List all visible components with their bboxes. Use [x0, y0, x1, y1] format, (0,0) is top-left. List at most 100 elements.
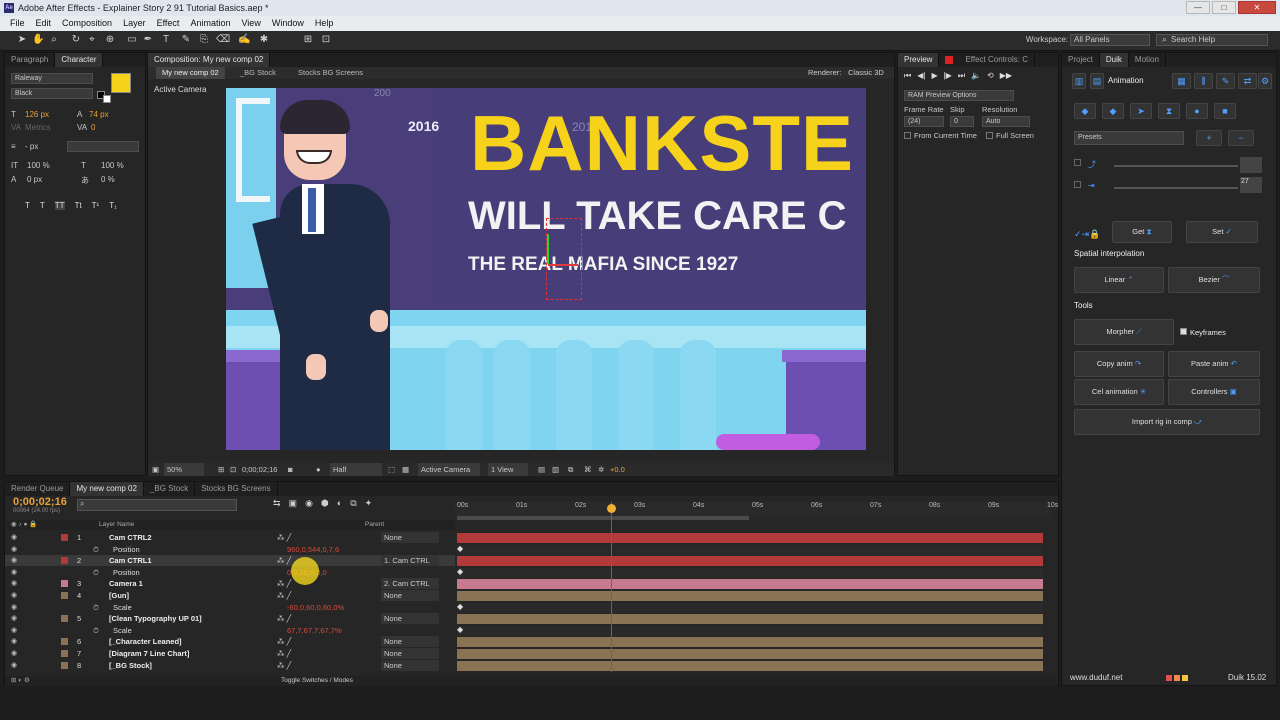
- property-track[interactable]: [457, 602, 1043, 613]
- layer-name[interactable]: Cam CTRL2: [109, 532, 152, 543]
- maximize-button[interactable]: □: [1212, 1, 1236, 14]
- comp-mini-flowchart-icon[interactable]: ⇆: [273, 498, 281, 509]
- keyframe-icon[interactable]: ◆: [457, 625, 463, 634]
- ram-preview-button[interactable]: ▶▶: [1000, 71, 1012, 81]
- x-axis-gizmo[interactable]: [548, 264, 578, 266]
- tracking-value[interactable]: 0: [91, 123, 95, 132]
- tab-paragraph[interactable]: Paragraph: [5, 53, 56, 67]
- visibility-icon[interactable]: ◉: [11, 613, 17, 624]
- label-color-icon[interactable]: [61, 661, 68, 669]
- vertical-scale-value[interactable]: 100 %: [27, 161, 50, 170]
- duik-animation-icon[interactable]: ▤: [1090, 73, 1104, 89]
- flow-comp-bgstock[interactable]: _BG Stock: [240, 67, 276, 79]
- property-name[interactable]: Position: [113, 544, 140, 555]
- parent-header[interactable]: Parent: [365, 520, 384, 530]
- layer-name[interactable]: [Gun]: [109, 590, 129, 601]
- parent-select[interactable]: None: [381, 532, 439, 543]
- font-size-value[interactable]: 126 px: [25, 110, 49, 119]
- parent-select[interactable]: None: [381, 648, 439, 659]
- selection-tool-icon[interactable]: ➤: [16, 34, 28, 46]
- exposure-value[interactable]: +0.0: [610, 463, 625, 476]
- layer-row[interactable]: ◉ 6 [_Character Leaned] ⁂ ╱ None: [5, 636, 455, 648]
- hand-tool-icon[interactable]: ✋: [32, 34, 44, 46]
- presets-select[interactable]: Presets: [1074, 131, 1184, 145]
- influence-out-checkbox[interactable]: [1074, 181, 1081, 188]
- duik-tool-3-icon[interactable]: ✎: [1216, 73, 1235, 89]
- layer-row[interactable]: ◉ 4 [Gun] ⁂ ╱ None: [5, 590, 455, 601]
- visibility-icon[interactable]: ◉: [11, 567, 17, 578]
- playhead[interactable]: [611, 502, 612, 672]
- time-ruler[interactable]: 00s 01s 02s 03s 04s 05s 06s 07s 08s 09s 10s: [455, 502, 1058, 516]
- next-frame-button[interactable]: |▶: [944, 71, 952, 81]
- property-name[interactable]: Position: [113, 567, 140, 578]
- full-screen-checkbox[interactable]: [986, 132, 993, 139]
- keyframe-icon[interactable]: ◆: [457, 602, 463, 611]
- axis-world-icon[interactable]: ⊡: [320, 34, 332, 46]
- menu-edit[interactable]: Edit: [36, 16, 52, 31]
- toggle-switches-modes-button[interactable]: Toggle Switches / Modes: [281, 676, 353, 686]
- label-color-icon[interactable]: [61, 638, 68, 646]
- key-ease-out-icon[interactable]: ⧗: [1158, 103, 1180, 119]
- layer-name[interactable]: [Clean Typography UP 01]: [109, 613, 202, 624]
- rotate-tool-icon[interactable]: ↻: [70, 34, 82, 46]
- baseline-shift-value[interactable]: 0 px: [27, 175, 42, 184]
- loop-button[interactable]: ⟲: [987, 71, 994, 81]
- key-hold-icon[interactable]: ■: [1214, 103, 1236, 119]
- mask-icon[interactable]: ⊡: [230, 463, 236, 476]
- timeline-bottom-icons[interactable]: ⊞ ◐ ⚙: [11, 676, 30, 686]
- small-caps-button[interactable]: Tt: [75, 201, 82, 210]
- brush-tool-icon[interactable]: ✎: [180, 34, 192, 46]
- font-family-select[interactable]: Raleway: [11, 73, 93, 84]
- property-track[interactable]: [457, 625, 1043, 636]
- play-button[interactable]: ▶: [931, 71, 937, 81]
- layer-switches-icon[interactable]: ⁂ ╱: [277, 578, 291, 589]
- layer-duration-bar[interactable]: [457, 591, 1043, 601]
- property-name[interactable]: Scale: [113, 602, 132, 613]
- draft-3d-icon[interactable]: ▣: [289, 498, 298, 509]
- tab-character[interactable]: Character: [55, 53, 104, 67]
- resolution-select-preview[interactable]: Auto: [982, 116, 1030, 127]
- 3d-view-select[interactable]: Active Camera: [418, 463, 480, 476]
- layer-row[interactable]: ◉ 1 Cam CTRL2 ⁂ ╱ None: [5, 532, 455, 543]
- layer-duration-bar[interactable]: [457, 556, 1043, 567]
- subscript-button[interactable]: T₁: [109, 201, 117, 210]
- layer-duration-bar[interactable]: [457, 637, 1043, 648]
- parent-select[interactable]: None: [381, 613, 439, 625]
- property-row[interactable]: ◉ ⏱ Scale -60,0,60,0,60,0%: [5, 602, 455, 613]
- layer-duration-bar[interactable]: [457, 649, 1043, 659]
- layer-switches-icon[interactable]: ⁂ ╱: [277, 636, 291, 647]
- brainstorm-icon[interactable]: ✦: [365, 498, 373, 509]
- tab-bg-stock[interactable]: _BG Stock: [144, 482, 196, 496]
- label-color-icon[interactable]: [61, 592, 68, 599]
- parent-select[interactable]: None: [381, 636, 439, 648]
- menu-layer[interactable]: Layer: [123, 16, 146, 31]
- font-style-select[interactable]: Black: [11, 88, 93, 99]
- region-icon[interactable]: ▣: [152, 463, 159, 476]
- skip-select[interactable]: 0: [950, 116, 974, 127]
- resolution-select[interactable]: Half: [330, 463, 382, 476]
- faux-italic-button[interactable]: T: [40, 201, 45, 210]
- last-frame-button[interactable]: ⏭: [958, 71, 965, 81]
- label-color-icon[interactable]: [61, 580, 68, 588]
- playhead-handle[interactable]: [607, 504, 616, 513]
- puppet-tool-icon[interactable]: ✱: [258, 34, 270, 46]
- composition-viewer[interactable]: 2016 200 201 BANKSTE WILL TAKE CARE C TH…: [226, 88, 866, 450]
- parent-select[interactable]: None: [381, 659, 439, 671]
- superscript-button[interactable]: T¹: [92, 201, 100, 210]
- cel-animation-button[interactable]: Cel animation ✳: [1074, 379, 1164, 405]
- layer-name[interactable]: [Diagram 7 Line Chart]: [109, 648, 189, 659]
- visibility-icon[interactable]: ◉: [11, 544, 17, 555]
- layer-switches-icon[interactable]: ⁂ ╱: [277, 660, 291, 671]
- property-row[interactable]: ◉⏱Position0,0,25,0,0,0: [5, 567, 455, 578]
- get-button[interactable]: Get ⧗: [1112, 221, 1172, 243]
- work-area-bar[interactable]: [457, 516, 749, 520]
- influence-in-checkbox[interactable]: [1074, 159, 1081, 166]
- menu-effect[interactable]: Effect: [157, 16, 180, 31]
- property-value[interactable]: 960,0,544,0,7,6: [287, 544, 339, 555]
- bezier-button[interactable]: Bezier ⌒: [1168, 267, 1260, 293]
- keyframe-icon[interactable]: ◆: [457, 567, 463, 576]
- stroke-width-value[interactable]: - px: [25, 142, 38, 151]
- transparency-grid-icon[interactable]: ▦: [402, 463, 409, 476]
- layer-switches-icon[interactable]: ⁂ ╱: [277, 532, 291, 543]
- rectangle-tool-icon[interactable]: ▭: [126, 34, 138, 46]
